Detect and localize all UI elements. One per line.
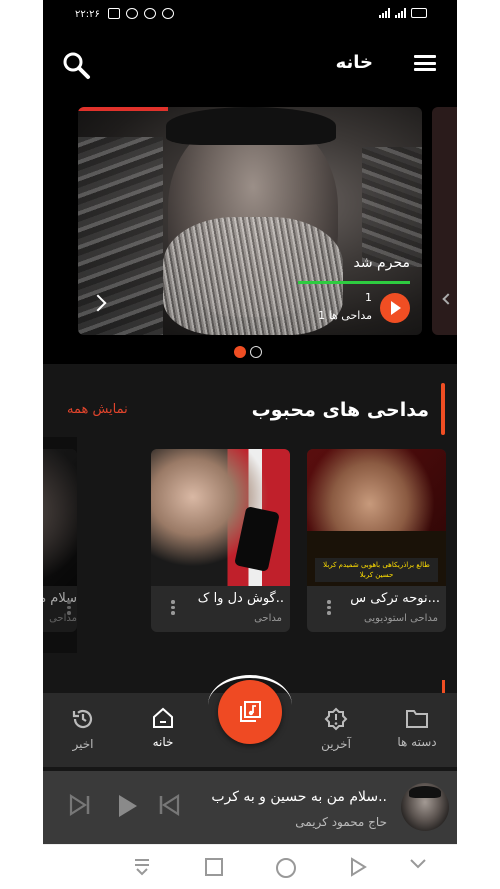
banner-crowd-image-right: [362, 147, 422, 267]
notification-icon: [108, 8, 120, 19]
nav-label: خانه: [152, 735, 174, 749]
music-library-icon: [240, 701, 261, 722]
signal-icon: [379, 8, 390, 18]
thumbnail-caption: طالع براذریکاهی باهوبی شمیدم کربلا حسین …: [315, 558, 438, 582]
alarm-icon: [144, 8, 156, 19]
status-icons-left: [108, 8, 174, 19]
battery-icon: [411, 8, 427, 18]
nav-item-recent[interactable]: اخیر: [48, 707, 118, 751]
banner-red-bar: [78, 107, 168, 111]
back-icon[interactable]: [349, 857, 367, 877]
app-screen: ۲۲:۲۶ خانه محرم شد 1 1 مداحی ها مداحی ها…: [43, 0, 457, 889]
banner-portrait-cap: [166, 107, 336, 145]
history-icon: [72, 709, 93, 729]
show-all-link[interactable]: نمایش همه: [67, 402, 128, 417]
library-fab-button[interactable]: [218, 680, 282, 744]
banner-next-slide-peek[interactable]: [432, 107, 457, 335]
menu-icon[interactable]: [414, 55, 436, 71]
track-card-subtitle: مداحی: [254, 613, 282, 624]
track-card-title: نوحه ترکی س...: [350, 591, 440, 606]
status-icons-right: [379, 8, 427, 18]
track-card[interactable]: گوش دل وا ک.. مداحی: [151, 449, 290, 632]
carousel-dot-2[interactable]: [250, 346, 262, 358]
nav-item-latest[interactable]: آخرین: [301, 707, 371, 751]
track-card-thumbnail: [151, 449, 290, 586]
banner-crowd-image: [78, 137, 163, 335]
app-bar: خانه: [43, 30, 457, 94]
player-track-title: سلام من به حسین و به کرب..: [211, 789, 387, 805]
status-time: ۲۲:۲۶: [75, 9, 100, 20]
player-artwork: [401, 783, 449, 831]
play-icon[interactable]: [115, 793, 139, 819]
mini-player[interactable]: سلام من به حسین و به کرب.. حاج محمود کری…: [43, 771, 457, 844]
track-card[interactable]: طالع براذریکاهی باهوبی شمیدم کربلا حسین …: [307, 449, 446, 632]
left-margin: [0, 0, 43, 889]
track-card-subtitle: مداحی استودیویی: [364, 613, 438, 624]
notification-shade-icon[interactable]: [133, 857, 151, 877]
scroll-edge-shade: [43, 437, 77, 653]
banner-title: محرم شد: [353, 255, 410, 271]
nav-label: دسته ها: [397, 735, 437, 749]
home-circle-icon[interactable]: [275, 857, 297, 879]
system-navigation-bar: [43, 844, 457, 889]
status-bar: ۲۲:۲۶: [43, 0, 457, 30]
track-card-title: گوش دل وا ک..: [197, 591, 284, 606]
nav-item-categories[interactable]: دسته ها: [382, 707, 452, 749]
badge-alert-icon: [324, 707, 348, 731]
section-title: مداحی های محبوب: [251, 399, 429, 421]
banner-progress-line: [298, 281, 410, 284]
folder-icon: [406, 710, 428, 728]
chevron-left-icon: [442, 293, 454, 305]
eye-icon: [162, 8, 174, 19]
search-icon[interactable]: [61, 50, 91, 80]
carousel-dot-1[interactable]: [234, 346, 246, 358]
banner-slide[interactable]: محرم شد 1 1 مداحی ها: [78, 107, 422, 335]
nav-label: آخرین: [321, 737, 351, 751]
banner-category: 1 مداحی ها: [318, 309, 372, 322]
recents-icon[interactable]: [204, 857, 224, 877]
page-title: خانه: [335, 52, 373, 73]
nav-label: اخیر: [72, 737, 94, 751]
banner-portrait-beard: [163, 217, 343, 335]
banner-play-button[interactable]: [380, 293, 410, 323]
section-accent-bar: [441, 383, 445, 435]
right-margin: [457, 0, 500, 889]
thumbnail-phone-shape: [234, 506, 280, 572]
more-options-icon[interactable]: [327, 600, 331, 616]
signal-icon-2: [395, 8, 406, 18]
carousel-dots: [234, 346, 262, 358]
skip-previous-icon[interactable]: [157, 793, 181, 817]
player-artist: حاج محمود کریمی: [295, 815, 387, 829]
home-icon: [153, 707, 173, 728]
track-card-thumbnail: طالع براذریکاهی باهوبی شمیدم کربلا حسین …: [307, 449, 446, 586]
skip-next-icon[interactable]: [68, 793, 92, 817]
nav-item-home[interactable]: خانه: [128, 707, 198, 749]
dnd-icon: [126, 8, 138, 19]
banner-count: 1: [365, 291, 372, 304]
more-options-icon[interactable]: [171, 600, 175, 616]
chevron-down-icon[interactable]: [409, 857, 427, 871]
